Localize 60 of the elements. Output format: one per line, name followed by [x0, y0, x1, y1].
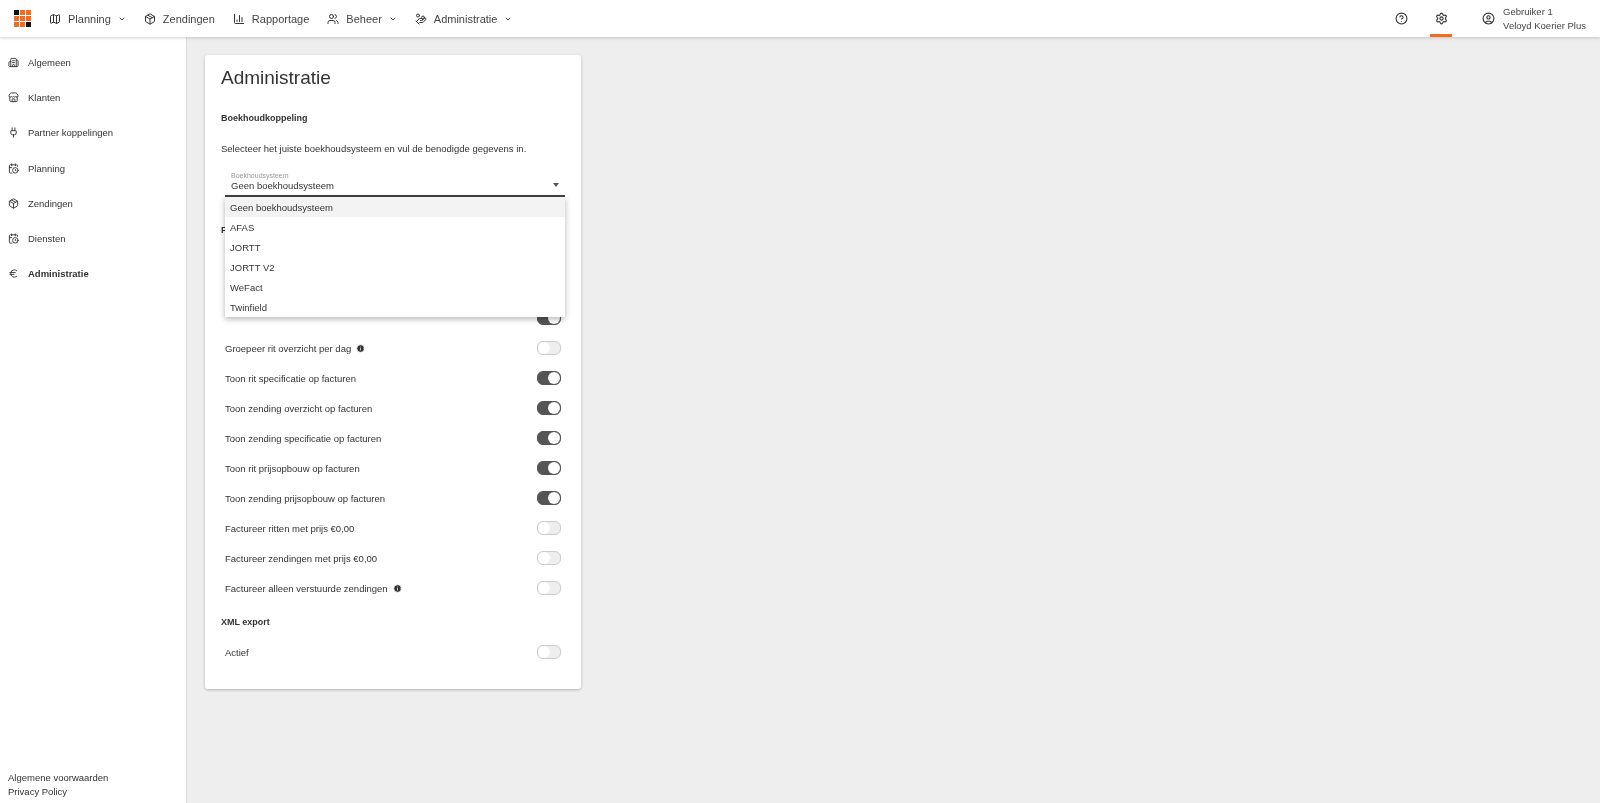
map-icon [49, 12, 61, 25]
nav-menu-item[interactable]: Zendingen [143, 12, 215, 25]
description-text: Selecteer het juiste boekhoudsysteem en vul de benodigde gegevens in. [221, 143, 528, 154]
company-name: Veloyd Koerier Plus [1503, 20, 1586, 31]
sidebar-item[interactable]: Diensten [0, 220, 186, 257]
nav-menu-item[interactable]: Beheer [327, 12, 397, 25]
setting-label: Toon rit specificatie op facturen [225, 372, 356, 384]
setting-label: Toon zending prijsopbouw op facturen [225, 492, 386, 504]
sidebar-item[interactable]: Klanten [0, 80, 186, 116]
nav-menu-item[interactable]: Planning [49, 12, 126, 25]
euro-icon [8, 268, 19, 280]
dropdown-option[interactable]: JORTT [225, 237, 565, 257]
setting-label: Toon zending specificatie op facturen [225, 432, 382, 444]
user-name: Gebruiker 1 [1503, 6, 1554, 17]
page-title: Administratie [221, 67, 332, 89]
setting-label: Toon zending overzicht op facturen [225, 402, 373, 414]
toggle-switch[interactable] [537, 491, 561, 505]
sidebar-item[interactable]: Administratie [0, 256, 186, 292]
dropdown-option[interactable]: Geen boekhoudsysteem [225, 197, 565, 217]
sidebar-item[interactable]: Zendingen [0, 185, 186, 221]
nav-menu-item[interactable]: Rapportage [232, 12, 310, 25]
box-icon [8, 197, 19, 209]
people-icon [327, 12, 340, 25]
dropdown-option[interactable]: AFAS [225, 217, 565, 237]
info-icon[interactable] [392, 583, 402, 593]
settings-icon [1434, 12, 1448, 25]
app-logo[interactable] [14, 10, 31, 27]
setting-label: Factureer zendingen met prijs €0,00 [225, 552, 378, 564]
calendar-clock-icon [8, 233, 19, 245]
hand-coins-icon [414, 12, 427, 25]
bar-chart-icon [232, 12, 245, 25]
setting-label: Toon rit prijsopbouw op facturen [225, 462, 360, 474]
sidebar-item[interactable]: Algemeen [0, 45, 186, 81]
caret-icon [553, 183, 559, 187]
sidebar-item[interactable]: Planning [0, 150, 186, 186]
sidebar-item[interactable]: Partner koppelingen [0, 115, 186, 151]
help-icon [1394, 12, 1408, 25]
dropdown-option[interactable]: WeFact [225, 277, 565, 297]
calendar-clock-icon [8, 162, 19, 174]
section-heading: XML export [221, 617, 271, 627]
dropdown-option[interactable]: JORTT V2 [225, 257, 565, 277]
setting-label: Groepeer rit overzicht per dag [225, 342, 352, 354]
toggle-switch[interactable] [537, 431, 561, 445]
footer-link[interactable]: Privacy Policy [8, 786, 178, 797]
user-icon[interactable] [1482, 12, 1496, 25]
box-icon [143, 12, 156, 25]
section-heading: Boekhoudkoppeling [221, 113, 309, 123]
dropdown-option[interactable]: Twinfield [225, 297, 565, 317]
store-icon [8, 92, 19, 104]
toggle-switch[interactable] [537, 401, 561, 415]
nav-menu-item[interactable]: Administratie [414, 12, 513, 25]
toggle-switch[interactable] [537, 461, 561, 475]
info-icon[interactable] [356, 343, 366, 353]
setting-label: Factureer alleen verstuurde zendingen [225, 582, 388, 594]
plug-icon [8, 127, 19, 139]
footer-link[interactable]: Algemene voorwaarden [8, 772, 178, 783]
toggle-switch[interactable] [537, 371, 561, 385]
building-icon [8, 57, 19, 69]
setting-label: Factureer ritten met prijs €0,00 [225, 522, 355, 534]
setting-label: Actief [225, 646, 249, 658]
